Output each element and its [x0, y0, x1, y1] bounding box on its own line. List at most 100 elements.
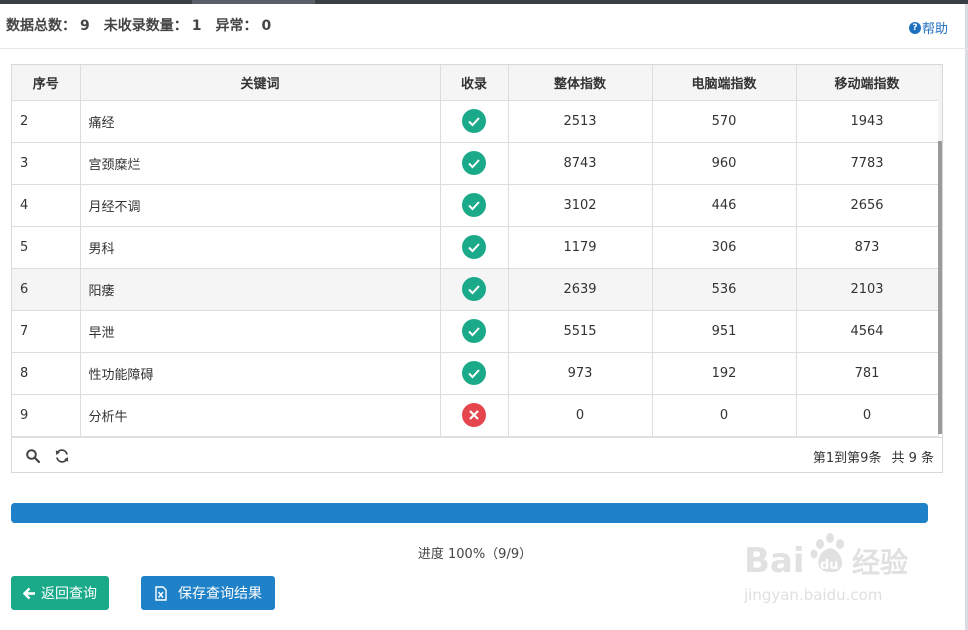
back-to-query-button[interactable]: 返回查询: [11, 576, 109, 610]
svg-text:du: du: [820, 558, 839, 573]
refresh-icon[interactable]: [54, 448, 70, 464]
cell-mobile: 2103: [795, 267, 939, 311]
cell-overall: 5515: [507, 309, 653, 353]
cell-index: 8: [12, 351, 81, 395]
summary-error: 异常： 0: [215, 18, 272, 34]
summary-uncollected: 未收录数量： 1: [103, 18, 202, 34]
cell-pc: 960: [651, 141, 797, 185]
cell-keyword: 阳痿: [79, 267, 441, 311]
cell-status: [439, 141, 509, 185]
cell-keyword: 宫颈糜烂: [79, 141, 441, 185]
cell-pc: 951: [651, 309, 797, 353]
summary-total: 数据总数： 9: [6, 18, 90, 34]
cell-overall: 2639: [507, 267, 653, 311]
baidu-jingyan-watermark: Bai du 经验 jingyan.baidu.com: [744, 526, 924, 610]
arrow-left-icon: [23, 587, 35, 599]
cell-status: [439, 267, 509, 311]
table-row[interactable]: 5 男科 1179 306 873: [12, 225, 939, 269]
cell-mobile: 1943: [795, 99, 939, 143]
active-tab-indicator: [192, 0, 315, 4]
error-circle-icon: [462, 403, 486, 427]
save-button-label: 保存查询结果: [178, 586, 262, 602]
check-circle-icon: [462, 361, 486, 385]
pagination-info: 第1到第9条共 9 条: [813, 447, 934, 466]
top-tab-bar: [0, 0, 968, 4]
col-header-status[interactable]: 收录: [439, 65, 509, 101]
cell-mobile: 873: [795, 225, 939, 269]
results-table: 序号 关键词 收录 整体指数 电脑端指数 移动端指数 2 痛经 2513 570 194…: [12, 65, 939, 437]
table-row[interactable]: 2 痛经 2513 570 1943: [12, 99, 939, 143]
table-scrollbar-thumb[interactable]: [938, 141, 942, 434]
progress-bar: [11, 503, 928, 523]
table-header-row: 序号 关键词 收录 整体指数 电脑端指数 移动端指数: [12, 65, 939, 101]
table-row[interactable]: 7 早泄 5515 951 4564: [12, 309, 939, 353]
check-circle-icon: [462, 319, 486, 343]
check-circle-icon: [462, 193, 486, 217]
check-circle-icon: [462, 235, 486, 259]
cell-keyword: 男科: [79, 225, 441, 269]
cell-overall: 8743: [507, 141, 653, 185]
baidu-paw-logo: Bai du 经验: [744, 533, 908, 581]
svg-text:Bai: Bai: [744, 541, 805, 581]
cell-status: [439, 183, 509, 227]
table-row[interactable]: 8 性功能障碍 973 192 781: [12, 351, 939, 395]
table-row[interactable]: 9 分析牛 0 0 0: [12, 393, 939, 437]
save-results-button[interactable]: 保存查询结果: [141, 576, 275, 610]
cell-pc: 306: [651, 225, 797, 269]
progress-bar-fill: [11, 503, 928, 523]
check-circle-icon: [462, 151, 486, 175]
cell-keyword: 早泄: [79, 309, 441, 353]
cell-mobile: 2656: [795, 183, 939, 227]
cell-pc: 570: [651, 99, 797, 143]
col-header-keyword[interactable]: 关键词: [79, 65, 441, 101]
help-link[interactable]: ? 帮助: [908, 18, 948, 37]
cell-status: [439, 99, 509, 143]
cell-index: 7: [12, 309, 81, 353]
watermark-url: jingyan.baidu.com: [744, 586, 883, 604]
col-header-index[interactable]: 序号: [12, 65, 81, 101]
header-divider: [0, 48, 968, 49]
cell-index: 4: [12, 183, 81, 227]
cell-mobile: 4564: [795, 309, 939, 353]
search-icon[interactable]: [25, 448, 41, 464]
cell-index: 5: [12, 225, 81, 269]
cell-pc: 536: [651, 267, 797, 311]
cell-status: [439, 309, 509, 353]
cell-keyword: 分析牛: [79, 393, 441, 437]
excel-file-icon: [155, 585, 167, 601]
cell-overall: 973: [507, 351, 653, 395]
cell-mobile: 0: [795, 393, 939, 437]
cell-index: 2: [12, 99, 81, 143]
svg-text:经验: 经验: [852, 546, 908, 579]
cell-overall: 0: [507, 393, 653, 437]
back-button-label: 返回查询: [41, 586, 97, 602]
results-table-panel: 序号 关键词 收录 整体指数 电脑端指数 移动端指数 2 痛经 2513 570 194…: [11, 64, 943, 473]
cell-mobile: 781: [795, 351, 939, 395]
table-row[interactable]: 4 月经不调 3102 446 2656: [12, 183, 939, 227]
cell-pc: 446: [651, 183, 797, 227]
col-header-overall[interactable]: 整体指数: [507, 65, 653, 101]
cell-index: 3: [12, 141, 81, 185]
page-range: 第1到第9条: [812, 451, 882, 466]
cell-index: 6: [12, 267, 81, 311]
check-circle-icon: [462, 109, 486, 133]
cell-overall: 2513: [507, 99, 653, 143]
question-circle-icon: ?: [908, 21, 921, 34]
cell-index: 9: [12, 393, 81, 437]
cell-mobile: 7783: [795, 141, 939, 185]
cell-status: [439, 351, 509, 395]
cell-status: [439, 225, 509, 269]
cell-keyword: 月经不调: [79, 183, 441, 227]
table-row[interactable]: 6 阳痿 2639 536 2103: [12, 267, 939, 311]
col-header-pc[interactable]: 电脑端指数: [651, 65, 797, 101]
cell-status: [439, 393, 509, 437]
table-row[interactable]: 3 宫颈糜烂 8743 960 7783: [12, 141, 939, 185]
col-header-mobile[interactable]: 移动端指数: [795, 65, 939, 101]
cell-overall: 3102: [507, 183, 653, 227]
cell-overall: 1179: [507, 225, 653, 269]
cell-keyword: 性功能障碍: [79, 351, 441, 395]
cell-pc: 0: [651, 393, 797, 437]
cell-keyword: 痛经: [79, 99, 441, 143]
page-total: 共 9 条: [891, 451, 934, 466]
summary-bar: 数据总数： 9 未收录数量： 1 异常： 0: [6, 14, 285, 36]
